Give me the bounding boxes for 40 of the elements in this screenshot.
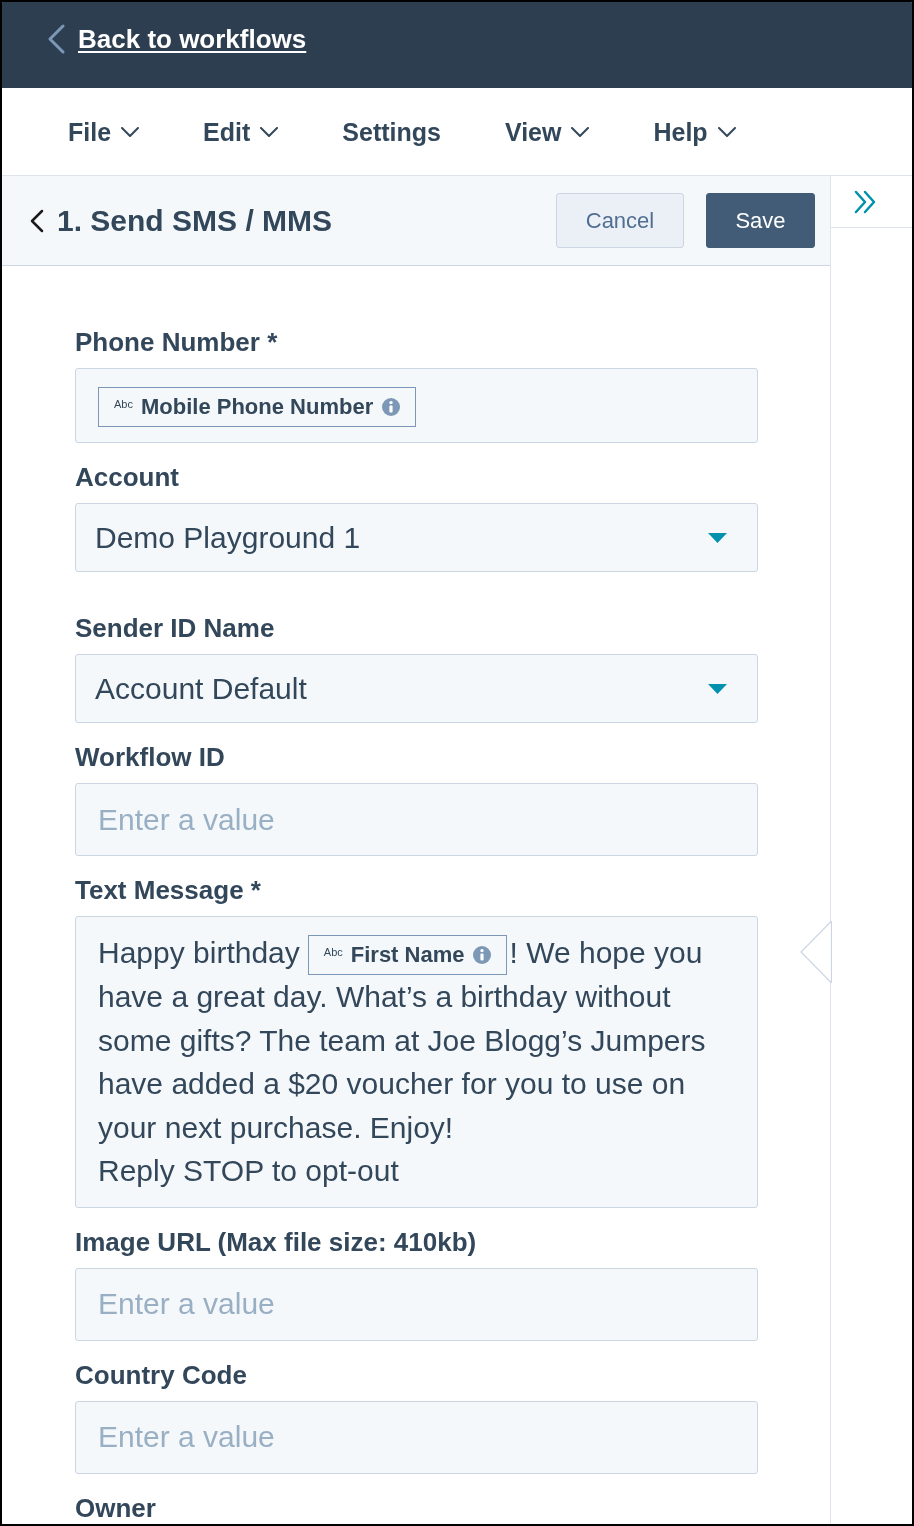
dropdown-field[interactable]: Demo Playground 1	[75, 503, 758, 572]
dropdown-field[interactable]: Account Default	[75, 654, 758, 723]
menu-item[interactable]: View	[504, 115, 590, 148]
menu-item[interactable]: File	[68, 115, 140, 148]
message-field[interactable]	[75, 916, 758, 1208]
message-text: Happy birthday Abc First Name ! We hope you have a great day. What’s a birthday without some gifts? The team at Joe Blogg’s Jumpers have added a $20 voucher for you to use on your next purchase. Enjoy!	[98, 934, 707, 1146]
text-input[interactable]: Enter a value	[75, 783, 758, 856]
field-label: Account	[75, 463, 179, 491]
info-icon	[382, 398, 401, 416]
dropdown-caret-icon	[708, 683, 727, 694]
save-button[interactable]: Save	[706, 193, 815, 248]
menu-item[interactable]: Settings	[342, 115, 441, 148]
panel-title: 1. Send SMS / MMS	[57, 203, 333, 238]
back-link[interactable]: Back to workflows	[78, 22, 307, 56]
field-label: Sender ID Name	[75, 614, 275, 642]
menu-item[interactable]: Help	[653, 115, 736, 148]
chevron-down-icon	[571, 126, 590, 137]
text-input[interactable]: Enter a value	[75, 1400, 758, 1474]
chevron-down-icon	[260, 126, 279, 137]
field-label: Image URL (Max file size: 410kb)	[75, 1227, 477, 1256]
field-label: Workflow ID	[75, 743, 225, 771]
info-icon	[473, 946, 492, 965]
token-field[interactable]: Abc Mobile Phone Number	[75, 368, 758, 443]
property-token[interactable]: Abc First Name	[307, 935, 508, 976]
message-text: Reply STOP to opt-out	[98, 1153, 400, 1190]
dropdown-caret-icon	[708, 532, 727, 543]
field-label: Country Code	[75, 1360, 247, 1389]
field-label: Owner	[75, 1493, 156, 1522]
chevron-down-icon	[121, 126, 140, 137]
cancel-button[interactable]: Cancel	[556, 193, 684, 248]
expand-panel-icon[interactable]	[854, 190, 876, 214]
field-label: Text Message *	[75, 876, 261, 904]
field-label: Phone Number *	[75, 328, 278, 356]
menu-item[interactable]: Edit	[203, 115, 279, 148]
property-token[interactable]: Abc Mobile Phone Number	[98, 387, 417, 427]
type-label: Abc	[323, 947, 343, 959]
type-label: Abc	[114, 399, 133, 410]
back-chevron-icon[interactable]	[30, 208, 44, 233]
chevron-down-icon	[717, 126, 736, 137]
text-input[interactable]: Enter a value	[75, 1267, 758, 1341]
